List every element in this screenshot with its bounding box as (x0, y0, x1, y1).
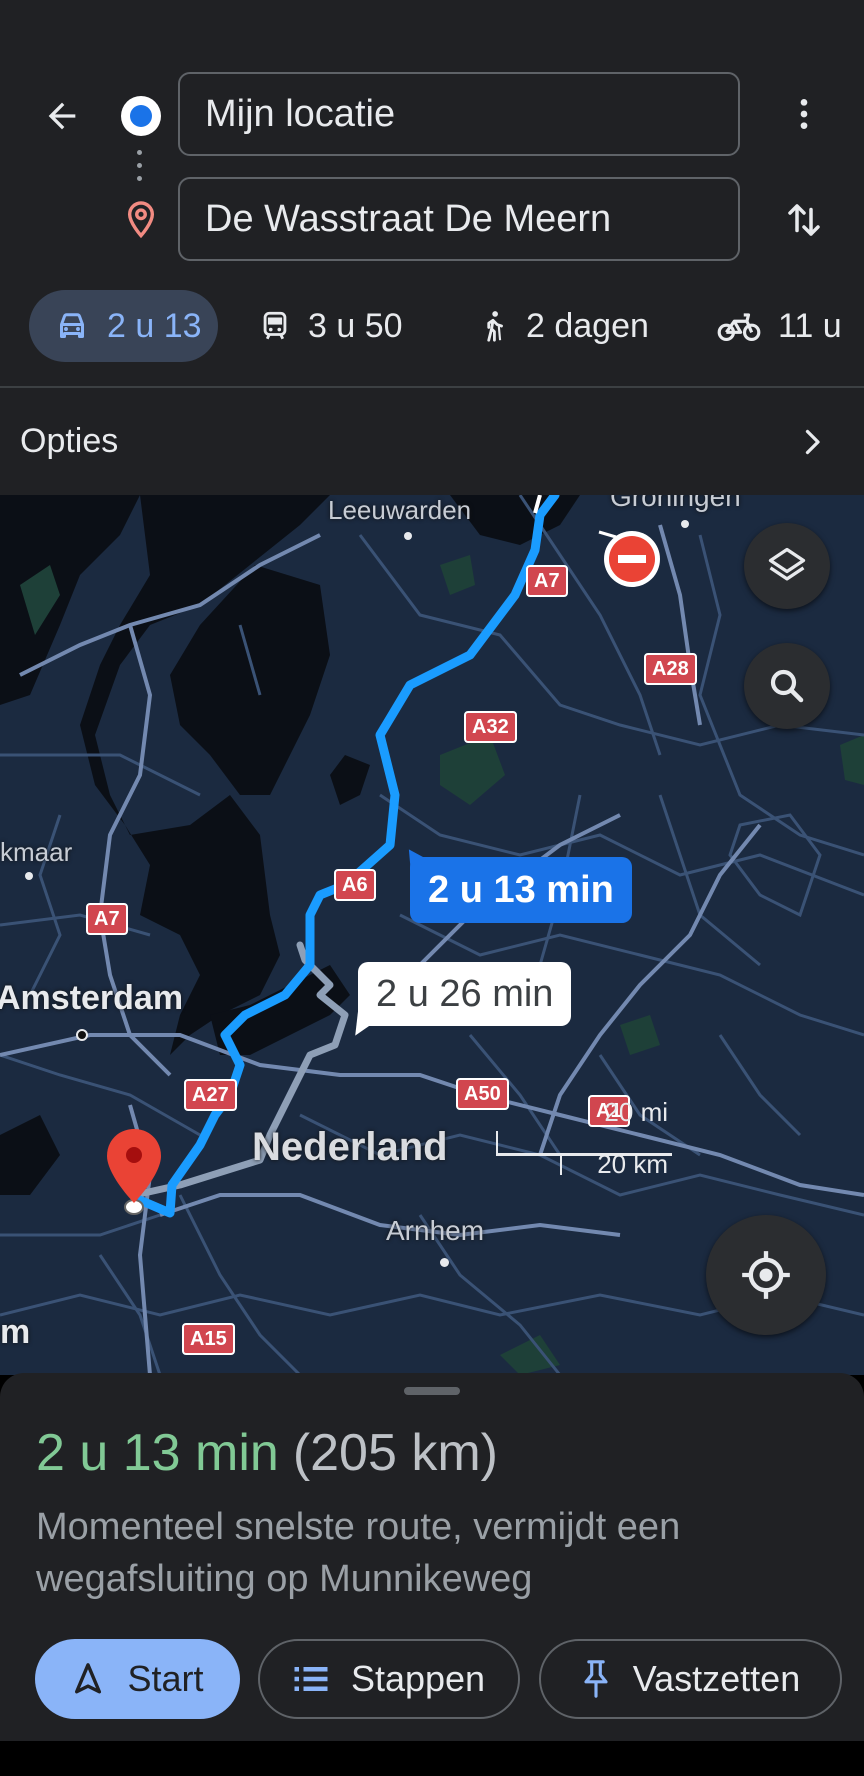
tab-bike[interactable]: 11 u (716, 290, 842, 362)
sheet-drag-handle[interactable] (404, 1387, 460, 1395)
primary-route-callout[interactable]: 2 u 13 min (398, 844, 632, 923)
shield-a6: A6 (334, 869, 376, 901)
search-along-route-button[interactable] (744, 643, 830, 729)
place-edge: m (0, 1313, 31, 1351)
map-pin-icon (107, 1129, 161, 1215)
destination-map-pin[interactable] (104, 1127, 164, 1222)
tab-transit[interactable]: 3 u 50 (258, 290, 403, 362)
search-icon (770, 669, 804, 703)
alkmaar-dot (25, 872, 33, 880)
system-bottom-bar (0, 1741, 864, 1776)
origin-text: Mijn locatie (205, 92, 396, 135)
pin-button[interactable]: Vastzetten (539, 1639, 842, 1719)
swap-vert-icon (788, 204, 820, 236)
leeuwarden-dot (404, 532, 412, 540)
pushpin-icon (584, 1660, 608, 1698)
directions-header: Mijn locatie De Wasstraat De Meern 2 u 1… (0, 0, 864, 495)
steps-label: Stappen (350, 1658, 486, 1699)
options-label: Opties (20, 422, 119, 460)
more-options-button[interactable] (776, 86, 832, 142)
route-duration: 2 u 13 min (36, 1424, 279, 1482)
scale-bar: 20 mi 20 km (494, 1097, 672, 1179)
bike-icon (717, 313, 761, 342)
tab-car-label: 2 u 13 (107, 306, 202, 345)
steps-button[interactable]: Stappen (258, 1639, 520, 1719)
shield-a27: A27 (184, 1079, 237, 1111)
tab-bike-label: 11 u (778, 306, 842, 345)
arrow-back-icon (48, 102, 76, 130)
place-leeuwarden: Leeuwarden (328, 495, 472, 525)
destination-input[interactable]: De Wasstraat De Meern (178, 177, 740, 261)
walk-icon (487, 311, 503, 342)
swap-button[interactable] (776, 192, 832, 248)
tab-walk-label: 2 dagen (526, 306, 649, 345)
scale-km: 20 km (597, 1149, 668, 1179)
place-groningen: Groningen (610, 495, 741, 512)
navigation-arrow-icon (75, 1663, 102, 1694)
tab-transit-label: 3 u 50 (308, 306, 403, 345)
route-distance: (205 km) (292, 1424, 498, 1482)
options-row[interactable]: Opties (0, 388, 864, 495)
scale-miles: 20 mi (604, 1097, 668, 1127)
amsterdam-dot (76, 1029, 88, 1041)
alt-route-callout[interactable]: 2 u 26 min (347, 962, 572, 1042)
route-description: Momenteel snelste route, vermijdt een we… (36, 1506, 681, 1600)
destination-text: De Wasstraat De Meern (205, 197, 612, 240)
shield-a28: A28 (644, 653, 697, 685)
arnhem-dot (440, 1258, 449, 1267)
origin-input[interactable]: Mijn locatie (178, 72, 740, 156)
shield-a7-north: A7 (526, 565, 568, 597)
destination-pin-icon (124, 200, 158, 245)
more-vert-icon (800, 99, 808, 129)
train-icon (263, 311, 287, 340)
shield-a7-west: A7 (86, 903, 128, 935)
list-icon (294, 1667, 328, 1691)
route-details-sheet: 2 u 13 min (205 km) Momenteel snelste rou… (0, 1373, 864, 1741)
chevron-right-icon (805, 429, 820, 455)
alt-route-time: 2 u 26 min (376, 972, 554, 1015)
place-alkmaar: kmaar (0, 837, 73, 867)
pin-label: Vastzetten (632, 1658, 801, 1699)
shield-a32: A32 (464, 711, 517, 743)
primary-route-time: 2 u 13 min (428, 868, 614, 911)
layers-button[interactable] (744, 523, 830, 609)
tab-walk[interactable]: 2 dagen (476, 290, 649, 362)
origin-dot-icon (121, 96, 161, 136)
road-closure-marker[interactable] (596, 529, 662, 600)
no-entry-icon (598, 530, 660, 587)
car-icon (60, 313, 84, 338)
my-location-button[interactable] (706, 1215, 826, 1335)
back-button[interactable] (32, 86, 92, 146)
place-amsterdam: Amsterdam (0, 979, 184, 1017)
groningen-dot (681, 520, 689, 528)
route-map[interactable]: Leeuwarden Groningen kmaar Amsterdam Ned… (0, 495, 864, 1375)
start-label: Start (127, 1658, 204, 1699)
route-connector-dots (137, 150, 143, 186)
place-nederland: Nederland (252, 1125, 448, 1169)
layers-icon (768, 547, 806, 581)
place-arnhem: Arnhem (386, 1215, 485, 1246)
shield-a15: A15 (182, 1323, 235, 1355)
tab-car[interactable]: 2 u 13 (29, 290, 218, 362)
route-summary: 2 u 13 min (205 km) (36, 1423, 498, 1483)
travel-mode-tabs: 2 u 13 3 u 50 2 dagen 11 u (0, 290, 864, 362)
my-location-icon (742, 1251, 790, 1299)
start-button[interactable]: Start (35, 1639, 240, 1719)
